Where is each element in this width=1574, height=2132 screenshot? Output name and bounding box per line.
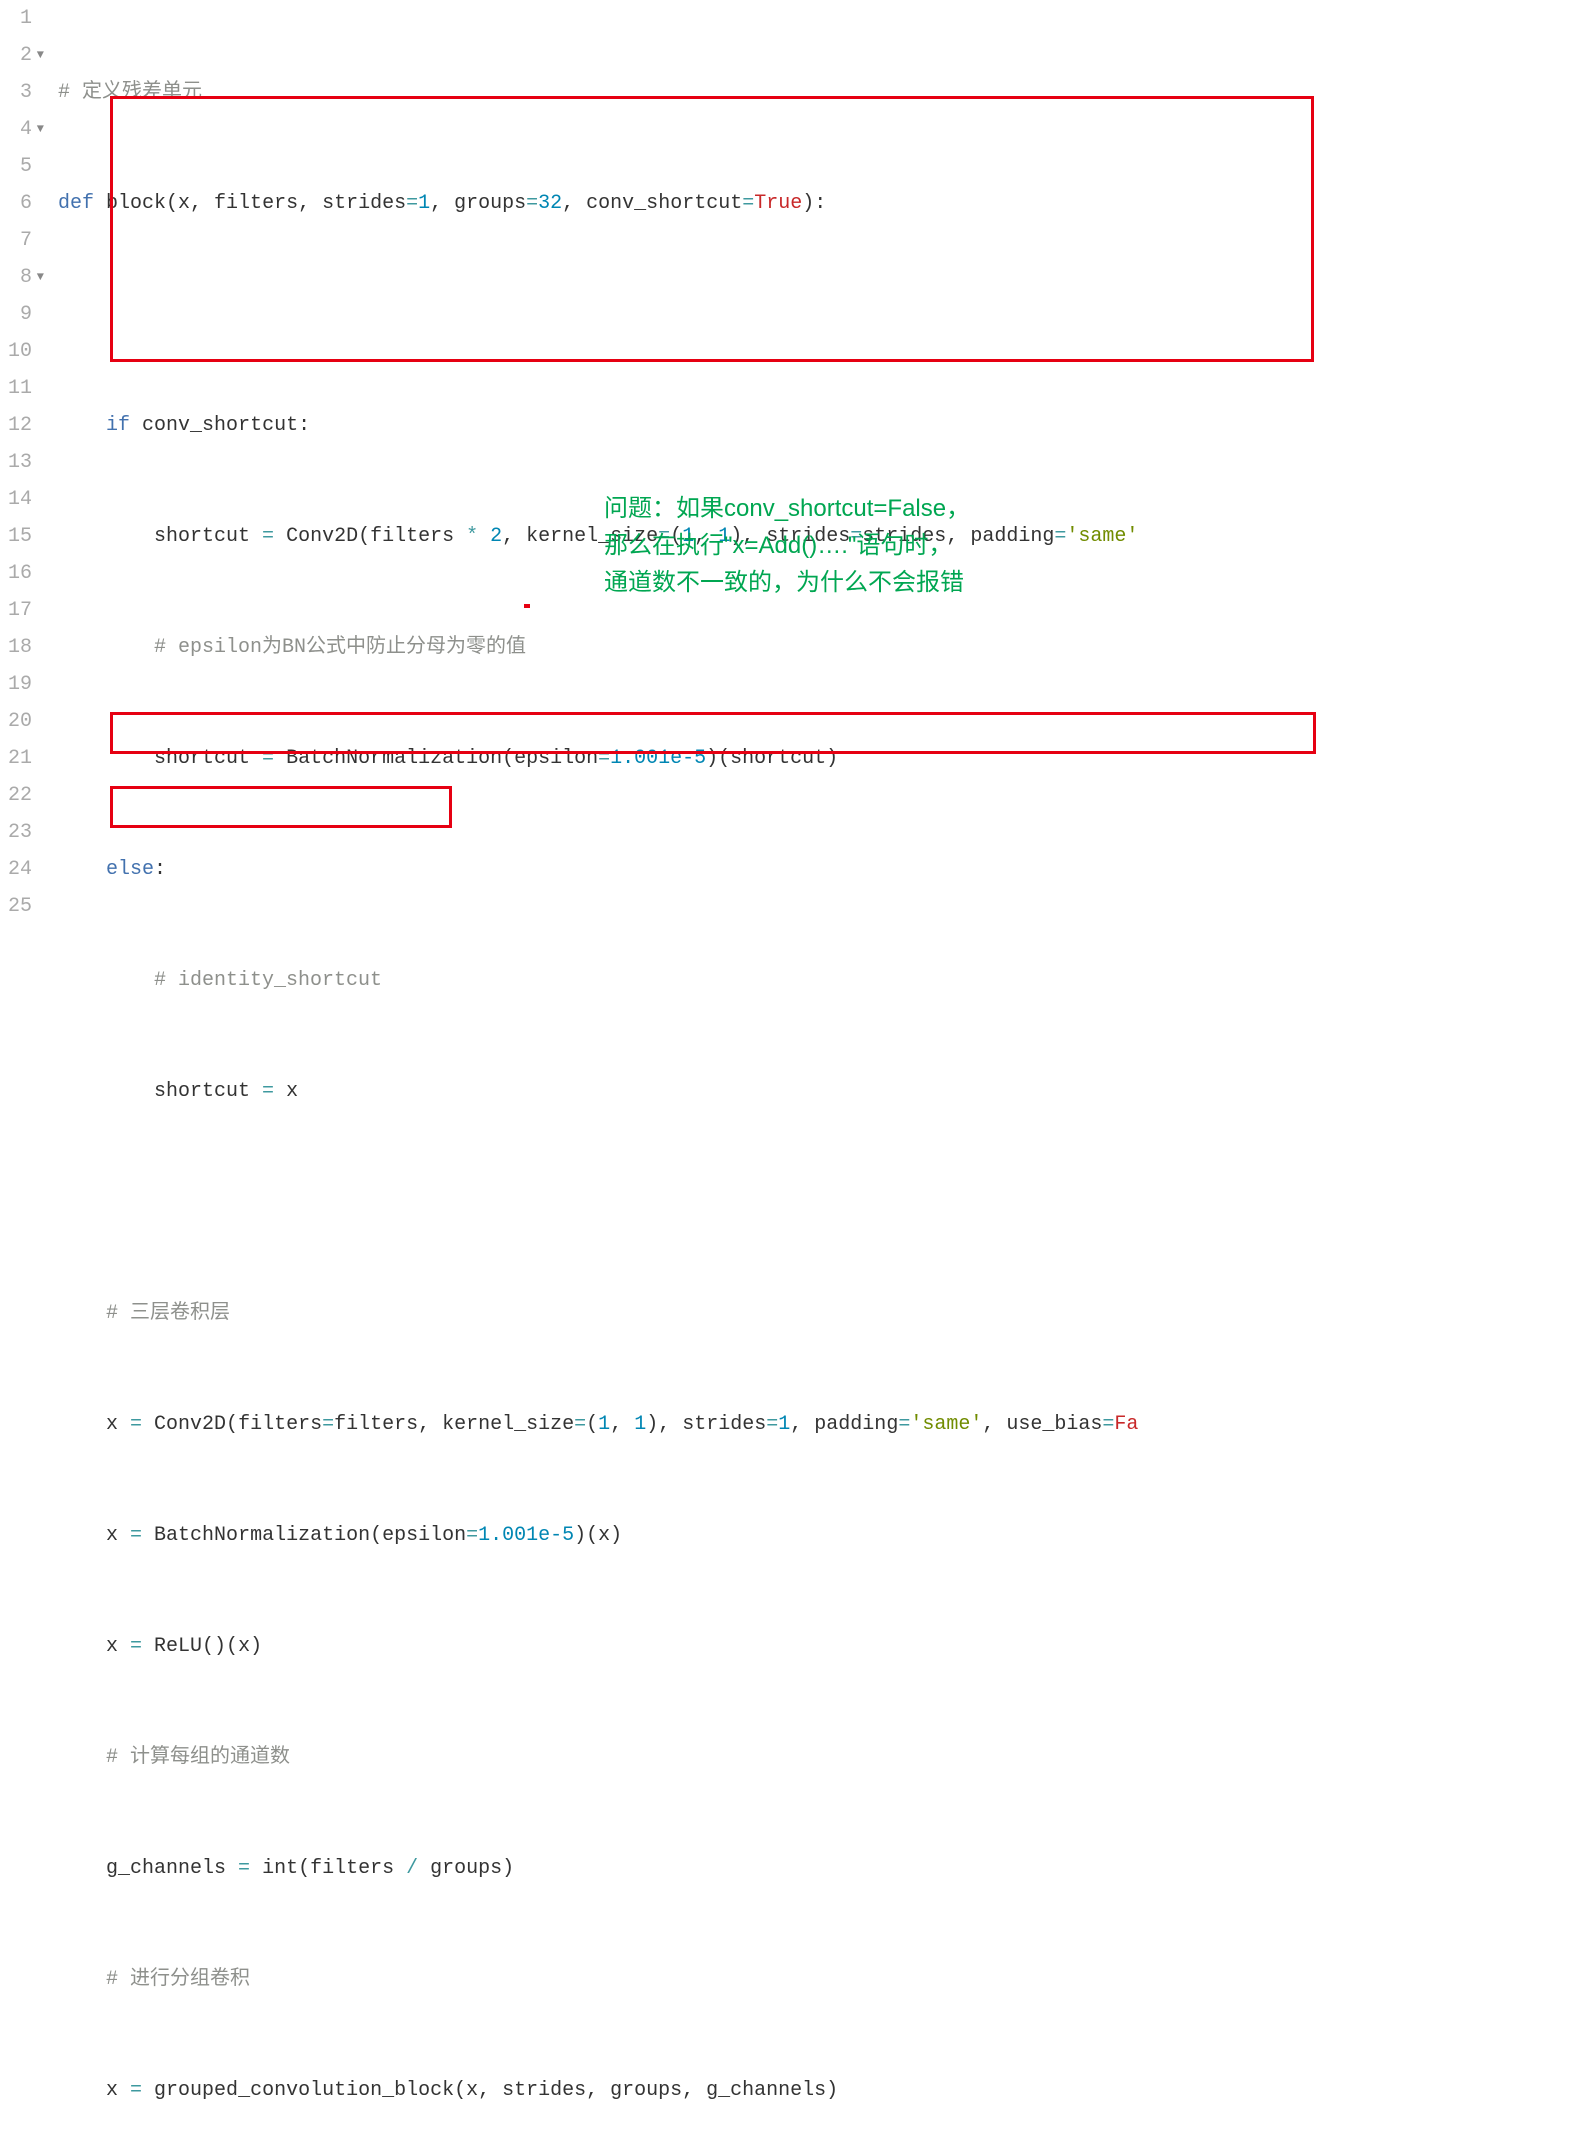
line-number: 8▼ <box>0 259 44 296</box>
fold-icon[interactable]: ▼ <box>36 44 44 66</box>
line-number: 14 <box>0 481 44 518</box>
line-number: 4▼ <box>0 111 44 148</box>
fold-icon[interactable]: ▼ <box>36 266 44 288</box>
code-area[interactable]: # 定义残差单元 def block(x, filters, strides=1… <box>58 0 1574 2132</box>
line-number: 23 <box>0 814 44 851</box>
line-number: 13 <box>0 444 44 481</box>
code-comment: # 三层卷积层 <box>106 1295 230 1332</box>
code-comment: # 定义残差单元 <box>58 74 202 111</box>
code-comment: # epsilon为BN公式中防止分母为零的值 <box>154 629 526 666</box>
line-number: 5 <box>0 148 44 185</box>
line-number: 12 <box>0 407 44 444</box>
line-number: 22 <box>0 777 44 814</box>
line-number: 18 <box>0 629 44 666</box>
line-number: 25 <box>0 888 44 925</box>
highlight-box-add-line23 <box>110 786 452 828</box>
fold-icon[interactable]: ▼ <box>36 118 44 140</box>
line-number: 24 <box>0 851 44 888</box>
line-number: 2▼ <box>0 37 44 74</box>
line-number: 3 <box>0 74 44 111</box>
line-number: 19 <box>0 666 44 703</box>
line-number: 10 <box>0 333 44 370</box>
line-number: 7 <box>0 222 44 259</box>
line-number: 15 <box>0 518 44 555</box>
code-editor: 1 2▼ 3 4▼ 5 6 7 8▼ 9 10 11 12 13 14 15 1… <box>0 0 1574 2132</box>
code-comment: # identity_shortcut <box>154 962 382 999</box>
gutter: 1 2▼ 3 4▼ 5 6 7 8▼ 9 10 11 12 13 14 15 1… <box>0 0 58 2132</box>
code-comment: # 计算每组的通道数 <box>106 1739 290 1776</box>
code-comment: # 进行分组卷积 <box>106 1961 250 1998</box>
caret-marker-icon <box>524 604 530 608</box>
line-number: 20 <box>0 703 44 740</box>
line-number: 1 <box>0 0 44 37</box>
line-number: 9 <box>0 296 44 333</box>
line-number: 16 <box>0 555 44 592</box>
line-number: 6 <box>0 185 44 222</box>
line-number: 21 <box>0 740 44 777</box>
line-number: 17 <box>0 592 44 629</box>
line-number: 11 <box>0 370 44 407</box>
